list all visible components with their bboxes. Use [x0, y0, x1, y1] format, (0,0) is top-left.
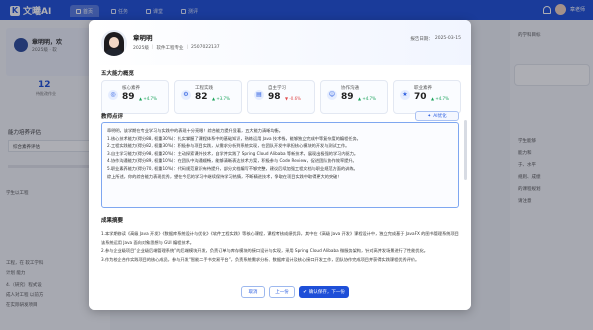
summary-title: 成果摘要: [101, 218, 124, 224]
target-icon: ◎: [108, 90, 118, 100]
evaluation-line: 综上所述，你的综合能力表现优秀，望在今后的学习中继续保持学习热情，不断精进技术，…: [107, 173, 342, 179]
ability-delta: ▲ +3.7%: [212, 96, 230, 101]
report-date-value: 2025-03-15: [434, 36, 461, 41]
ability-value: 89: [341, 92, 354, 102]
ability-cards: ◎ 核心素养 89 ▲ +4.7% ⚙ 工程实践 82 ▲ +3.7% ▤ 自主…: [101, 80, 461, 114]
ai-optimize-button[interactable]: ✦ AI优化: [415, 111, 459, 121]
ability-value: 98: [268, 92, 281, 102]
summary-line: 3.作为校企合作实践项目的核心成员，参与开发“智能二手书交易平台”，负责系统需求…: [101, 256, 420, 262]
ability-card: ◎ 核心素养 89 ▲ +4.7%: [101, 80, 169, 114]
student-name: 章明明: [133, 34, 153, 42]
summary-line: 1.本学期修读《高级 Java 开发》《数据库系统设计与优化》《软件工程实践》等…: [101, 231, 459, 236]
evaluation-modal: 章明明 2025级 | 软件工程专业 | 2507022137 报告日期： 20…: [89, 20, 471, 310]
report-date: 报告日期： 2025-03-15: [410, 36, 461, 42]
sparkle-icon: ✦: [427, 113, 432, 119]
badge-icon: ★: [400, 90, 410, 100]
ability-card: ▤ 自主学习 98 ▼ -0.6%: [247, 80, 315, 114]
cancel-button[interactable]: 取消: [241, 286, 265, 298]
evaluation-textarea[interactable]: 章明明，该学期在专业学习与实践中的表现十分亮眼！综合能力提升显著，五大能力清晰均…: [101, 122, 459, 208]
ability-label: 协作沟通: [341, 86, 359, 91]
evaluation-line: 4.协作沟通能力(得分89, 权重10%)：在团队中沟通顺畅，能够清晰表达技术方…: [107, 158, 357, 164]
ability-card: ☺ 协作沟通 89 ▲ +4.7%: [320, 80, 388, 114]
student-id: 2507022137: [191, 45, 220, 50]
student-avatar: [101, 30, 127, 56]
ability-value: 70: [414, 92, 427, 102]
previous-button[interactable]: 上一份: [269, 286, 295, 298]
check-icon: ✔: [303, 289, 307, 295]
ability-value: 82: [195, 92, 208, 102]
modal-header: 章明明 2025级 | 软件工程专业 | 2507022137 报告日期： 20…: [89, 20, 471, 65]
ability-label: 工程实践: [195, 86, 213, 91]
student-info: 2025级 | 软件工程专业 | 2507022137: [133, 45, 220, 51]
evaluation-line: 2.工程实践能力(得分82, 权重30%)：积极参与项目实践，从需求分析到系统实…: [107, 143, 350, 149]
summary-line: 该系统运用 Java 面向对象思想与 GUI 编程技术。: [101, 239, 194, 245]
report-date-label: 报告日期：: [410, 37, 433, 42]
summary-line: 2.参与企业级项目“企业级后端管理系统”的后端模块开发，负责订单与库存模块的接口…: [101, 248, 428, 253]
summary-content: 1.本学期修读《高级 Java 开发》《数据库系统设计与优化》《软件工程实践》等…: [101, 230, 459, 282]
ability-label: 职业素养: [414, 86, 432, 91]
ability-card: ★ 职业素养 70 ▲ +4.7%: [393, 80, 461, 114]
save-next-button[interactable]: ✔ 确认保存，下一份: [299, 286, 349, 298]
ability-card: ⚙ 工程实践 82 ▲ +3.7%: [174, 80, 242, 114]
evaluation-line: 章明明，该学期在专业学习与实践中的表现十分亮眼！综合能力提升显著，五大能力清晰均…: [107, 128, 283, 133]
ai-optimize-label: AI优化: [433, 114, 447, 119]
save-next-label: 确认保存，下一份: [308, 290, 345, 295]
evaluation-line: 5.职业素养能力(得分70, 权重10%)：代码规范意识有待提升，部分文档编写不…: [107, 165, 358, 171]
tool-icon: ⚙: [181, 90, 191, 100]
student-major: 软件工程专业: [156, 46, 184, 51]
team-icon: ☺: [327, 90, 337, 100]
ability-delta: ▼ -0.6%: [285, 96, 301, 101]
ability-delta: ▲ +4.7%: [358, 96, 376, 101]
ability-delta: ▲ +4.7%: [139, 96, 157, 101]
evaluation-title: 教师点评: [101, 114, 124, 120]
abilities-title: 五大能力概览: [101, 71, 135, 77]
ability-delta: ▲ +4.7%: [431, 96, 449, 101]
evaluation-line: 3.自主学习能力(得分98, 权重20%)：主动探索课外技术，自学并实践了 Sp…: [107, 150, 359, 156]
scrollbar[interactable]: [464, 120, 467, 180]
book-icon: ▤: [254, 90, 264, 100]
ability-label: 核心素养: [122, 86, 140, 91]
student-grade: 2025级: [133, 46, 149, 51]
ability-value: 89: [122, 92, 135, 102]
ability-label: 自主学习: [268, 86, 286, 91]
evaluation-line: 1.核心技术能力(得分88, 权重30%)：扎实掌握了课程体系中的基础知识，熟练…: [107, 135, 361, 141]
